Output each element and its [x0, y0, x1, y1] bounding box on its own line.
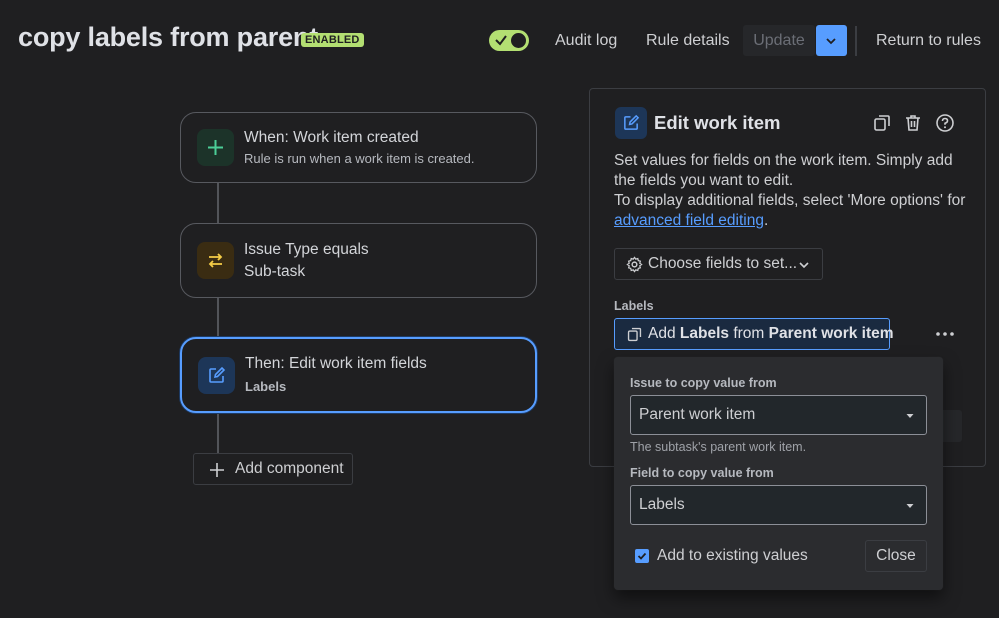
edit-icon: [615, 107, 647, 139]
rule-title: copy labels from parent: [18, 22, 318, 53]
choose-fields-button[interactable]: Choose fields to set...: [614, 248, 823, 280]
more-options-icon[interactable]: [934, 323, 956, 345]
add-to-existing-checkbox[interactable]: [635, 549, 649, 563]
panel-title: Edit work item: [654, 112, 780, 134]
copy-value-popup: Issue to copy value from Parent work ite…: [614, 357, 943, 590]
header-divider: [855, 26, 857, 56]
toggle-knob: [511, 33, 526, 48]
trash-icon[interactable]: [903, 113, 923, 133]
swap-arrows-icon: [197, 242, 234, 279]
plus-icon: [197, 129, 234, 166]
close-button[interactable]: Close: [865, 540, 927, 572]
copy-icon[interactable]: [872, 113, 892, 133]
panel-description: Set values for fields on the work item. …: [614, 151, 974, 231]
add-component-button[interactable]: Add component: [193, 453, 353, 485]
edit-icon: [198, 357, 235, 394]
chip-field: Labels: [680, 325, 729, 342]
add-to-existing-label: Add to existing values: [657, 547, 808, 565]
chevron-down-icon: [798, 259, 810, 271]
check-icon: [495, 33, 507, 47]
trigger-title: When: Work item created: [244, 129, 419, 147]
return-to-rules-button[interactable]: Return to rules: [867, 25, 990, 56]
issue-helper-text: The subtask's parent work item.: [630, 440, 806, 454]
chevron-down-icon: [905, 501, 915, 511]
issue-select[interactable]: Parent work item: [630, 395, 927, 435]
gear-icon: [626, 256, 643, 273]
trigger-card[interactable]: When: Work item created Rule is run when…: [180, 112, 537, 183]
obscured-button-edge: [940, 410, 962, 442]
issue-select-value: Parent work item: [639, 406, 755, 424]
chip-prefix: Add: [648, 325, 676, 342]
flow-connector: [217, 183, 219, 224]
chip-source: Parent work item: [769, 325, 894, 342]
field-select[interactable]: Labels: [630, 485, 927, 525]
copy-icon: [626, 326, 643, 343]
update-button[interactable]: Update: [743, 25, 815, 56]
action-subtitle: Labels: [245, 379, 286, 394]
chip-mid: from: [733, 325, 764, 342]
trigger-subtitle: Rule is run when a work item is created.: [244, 151, 474, 166]
link-suffix: .: [764, 212, 768, 229]
condition-subtitle: Sub-task: [244, 263, 305, 281]
labels-copy-chip[interactable]: Add Labels from Parent work item: [614, 318, 890, 350]
rule-details-button[interactable]: Rule details: [637, 25, 739, 56]
status-badge: ENABLED: [301, 33, 364, 47]
labels-field-label: Labels: [614, 299, 654, 313]
advanced-field-editing-link[interactable]: advanced field editing: [614, 212, 764, 229]
description-text: Set values for fields on the work item. …: [614, 152, 953, 189]
choose-fields-label: Choose fields to set...: [648, 255, 797, 273]
check-icon: [637, 551, 647, 561]
issue-field-label: Issue to copy value from: [630, 376, 777, 390]
action-card[interactable]: Then: Edit work item fields Labels: [180, 337, 537, 413]
audit-log-button[interactable]: Audit log: [546, 25, 626, 56]
chevron-down-icon: [825, 35, 837, 47]
condition-title: Issue Type equals: [244, 241, 369, 259]
rule-enabled-toggle[interactable]: [489, 30, 529, 51]
flow-connector: [217, 297, 219, 338]
help-icon[interactable]: [935, 113, 955, 133]
add-component-label: Add component: [235, 460, 344, 478]
flow-connector: [217, 412, 219, 454]
field-select-label: Field to copy value from: [630, 466, 774, 480]
condition-card[interactable]: Issue Type equals Sub-task: [180, 223, 537, 298]
plus-icon: [209, 462, 225, 478]
update-options-button[interactable]: [816, 25, 847, 56]
description-text-2: To display additional fields, select 'Mo…: [614, 192, 965, 209]
chevron-down-icon: [905, 411, 915, 421]
action-title: Then: Edit work item fields: [245, 355, 427, 373]
field-select-value: Labels: [639, 496, 685, 514]
